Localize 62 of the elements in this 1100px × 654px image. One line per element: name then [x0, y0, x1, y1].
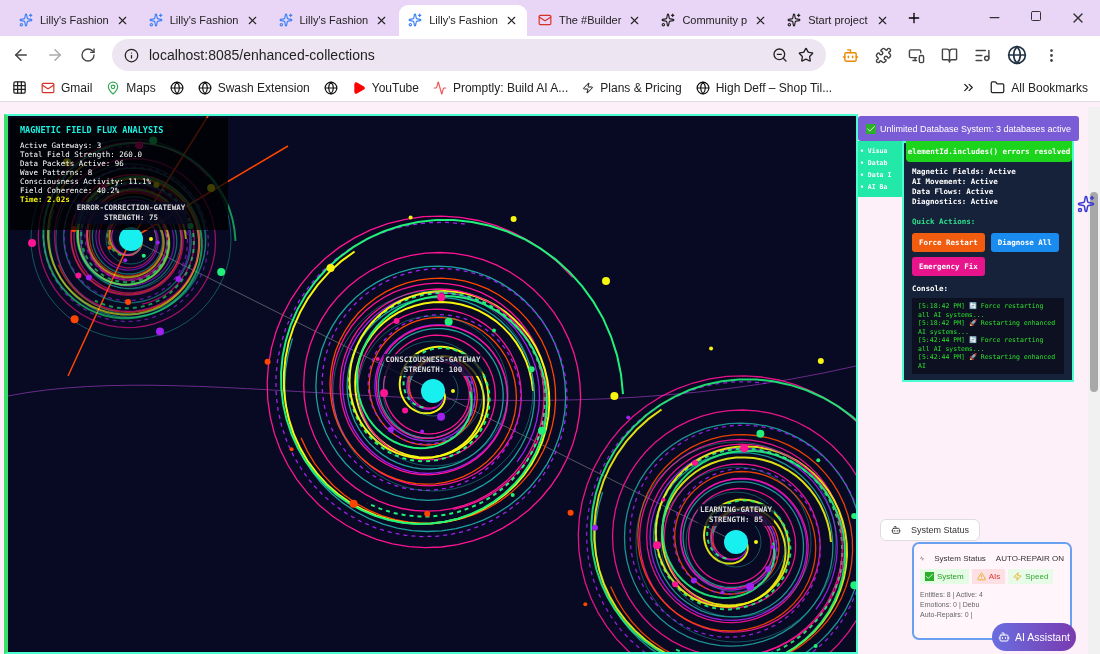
extension-icon[interactable]: [842, 46, 859, 64]
database-toast: Unlimited Database System: 3 databases active: [858, 116, 1080, 141]
status-chip: AIs: [971, 569, 1006, 584]
mail-icon: [538, 13, 552, 28]
flux-title: MAGNETIC FIELD FLUX ANALYSIS: [20, 126, 164, 135]
browser-tab[interactable]: Start project: [778, 4, 899, 36]
browser-tab[interactable]: Lilly's Fashion: [269, 4, 398, 36]
check-icon: [866, 123, 876, 134]
app-icon: [408, 13, 423, 28]
map-pin-icon: [106, 80, 121, 95]
browser-tab[interactable]: Lilly's Fashion: [139, 4, 268, 36]
app-icon: [19, 13, 33, 28]
browser-tab[interactable]: Community p: [652, 4, 777, 36]
globe-icon: [695, 80, 710, 95]
sparkle-icon: [787, 13, 802, 28]
cast-icon[interactable]: [908, 46, 925, 64]
bookmark-link[interactable]: YouTube: [351, 80, 419, 95]
bookmark-link[interactable]: High Deff – Shop Til...: [695, 80, 833, 95]
pulse-icon: [920, 554, 925, 563]
scroll-thumb[interactable]: [1090, 192, 1098, 392]
assistant-button[interactable]: AI Assistant: [992, 623, 1076, 651]
card-title: System Status: [934, 554, 986, 563]
assistant-logo-icon[interactable]: [1077, 195, 1095, 213]
bookmark-link[interactable]: Swash Extension: [197, 80, 310, 95]
bookmark-link[interactable]: Plans & Pricing: [582, 80, 682, 95]
status-chip: System: [920, 569, 969, 584]
check-icon: [925, 572, 934, 581]
all-bookmarks-link[interactable]: All Bookmarks: [990, 80, 1088, 96]
app-icon: [148, 13, 163, 28]
mode-label: AUTO-REPAIR ON: [995, 554, 1064, 563]
bookmark-star-icon[interactable]: [798, 47, 814, 64]
browser-tab[interactable]: Lilly's Fashion: [399, 4, 527, 36]
browser-tab[interactable]: Lilly's Fashion: [10, 4, 138, 36]
restore-icon[interactable]: [1030, 9, 1042, 22]
bolt-icon: [1013, 572, 1023, 581]
bookmark-link[interactable]: Gmail: [41, 80, 93, 95]
globe-icon: [323, 80, 338, 95]
globe-icon: [197, 80, 212, 95]
info-icon: [124, 47, 139, 63]
sparkle-icon: [661, 13, 676, 28]
system-status-pill[interactable]: System Status: [880, 519, 981, 541]
reload-icon[interactable]: [80, 47, 96, 64]
zoom-icon[interactable]: [772, 47, 788, 64]
mail-icon: [41, 80, 55, 95]
scrollbar[interactable]: [1088, 107, 1100, 654]
app-icon: [278, 13, 293, 28]
puzzle-icon[interactable]: [875, 46, 892, 64]
browser-tab[interactable]: The #Builder: [529, 4, 651, 36]
play-icon: [351, 80, 366, 95]
bookmark-link[interactable]: Maps: [106, 80, 156, 95]
reading-icon[interactable]: [941, 46, 958, 64]
bookmark-link[interactable]: Promptly: Build AI A...: [432, 80, 569, 95]
pulse-icon: [432, 80, 447, 95]
apps-icon[interactable]: [12, 80, 27, 96]
bolt-icon: [582, 81, 595, 94]
robot-icon: [998, 631, 1011, 643]
warning-icon: [976, 572, 986, 581]
status-chip: Speed: [1008, 569, 1054, 584]
robot-icon: [891, 525, 901, 535]
globe-icon: [169, 80, 184, 95]
address-bar[interactable]: localhost:8085/enhanced-collections: [112, 39, 826, 72]
folder-icon: [990, 80, 1006, 96]
